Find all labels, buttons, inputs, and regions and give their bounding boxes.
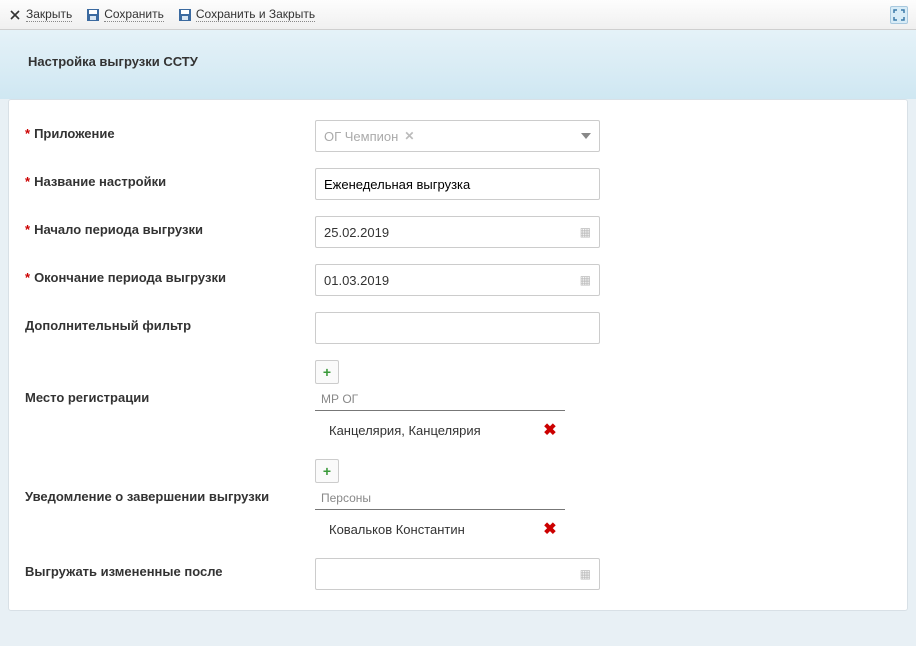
row-extra-filter: Дополнительный фильтр — [25, 312, 891, 344]
add-reg-place-button[interactable]: + — [315, 360, 339, 384]
row-notify: Уведомление о завершении выгрузки + Перс… — [25, 459, 891, 542]
reg-place-col-header: МР ОГ — [315, 388, 565, 411]
label-reg-place: Место регистрации — [25, 360, 315, 405]
close-icon — [8, 8, 22, 22]
add-notify-button[interactable]: + — [315, 459, 339, 483]
close-button[interactable]: Закрыть — [8, 7, 72, 22]
form-panel: *Приложение ОГ Чемпион ✕ *Название настр… — [8, 99, 908, 611]
notify-table: Персоны Ковальков Константин ✖ — [315, 487, 565, 542]
save-button[interactable]: Сохранить — [86, 7, 164, 22]
label-changed-after: Выгружать измененные после — [25, 558, 315, 579]
row-changed-after: Выгружать измененные после ▦ — [25, 558, 891, 590]
delete-icon: ✖ — [543, 519, 556, 539]
calendar-icon[interactable]: ▦ — [580, 567, 591, 581]
label-name: *Название настройки — [25, 168, 315, 189]
name-input[interactable] — [315, 168, 600, 200]
app-select[interactable]: ОГ Чемпион ✕ — [315, 120, 600, 152]
delete-reg-place-button[interactable]: ✖ — [541, 421, 559, 439]
label-app: *Приложение — [25, 120, 315, 141]
calendar-icon[interactable]: ▦ — [580, 225, 591, 239]
row-name: *Название настройки — [25, 168, 891, 200]
save-icon — [86, 8, 100, 22]
row-period-end: *Окончание периода выгрузки 01.03.2019 ▦ — [25, 264, 891, 296]
save-close-label: Сохранить и Закрыть — [196, 7, 315, 22]
period-start-value: 25.02.2019 — [324, 225, 389, 240]
delete-icon: ✖ — [543, 420, 556, 440]
expand-icon — [893, 9, 905, 21]
reg-place-table: МР ОГ Канцелярия, Канцелярия ✖ — [315, 388, 565, 443]
save-close-icon — [178, 8, 192, 22]
clear-icon[interactable]: ✕ — [404, 129, 414, 143]
period-end-input[interactable]: 01.03.2019 ▦ — [315, 264, 600, 296]
plus-icon: + — [323, 463, 331, 479]
label-extra-filter: Дополнительный фильтр — [25, 312, 315, 333]
notify-item: Ковальков Константин — [329, 522, 465, 537]
plus-icon: + — [323, 364, 331, 380]
app-select-value: ОГ Чемпион — [324, 129, 398, 144]
calendar-icon[interactable]: ▦ — [580, 273, 591, 287]
row-reg-place: Место регистрации + МР ОГ Канцелярия, Ка… — [25, 360, 891, 443]
toolbar: Закрыть Сохранить Сохранить и Закрыть — [0, 0, 916, 30]
expand-button[interactable] — [890, 6, 908, 24]
notify-row: Ковальков Константин ✖ — [315, 510, 565, 542]
reg-place-item: Канцелярия, Канцелярия — [329, 423, 481, 438]
label-notify: Уведомление о завершении выгрузки — [25, 459, 315, 504]
delete-notify-button[interactable]: ✖ — [541, 520, 559, 538]
notify-col-header: Персоны — [315, 487, 565, 510]
save-label: Сохранить — [104, 7, 164, 22]
period-start-input[interactable]: 25.02.2019 ▦ — [315, 216, 600, 248]
row-period-start: *Начало периода выгрузки 25.02.2019 ▦ — [25, 216, 891, 248]
row-app: *Приложение ОГ Чемпион ✕ — [25, 120, 891, 152]
label-period-start: *Начало периода выгрузки — [25, 216, 315, 237]
reg-place-row: Канцелярия, Канцелярия ✖ — [315, 411, 565, 443]
label-period-end: *Окончание периода выгрузки — [25, 264, 315, 285]
save-close-button[interactable]: Сохранить и Закрыть — [178, 7, 315, 22]
chevron-down-icon — [581, 133, 591, 139]
extra-filter-input[interactable] — [315, 312, 600, 344]
changed-after-input[interactable]: ▦ — [315, 558, 600, 590]
page-title: Настройка выгрузки ССТУ — [28, 54, 888, 69]
header-section: Настройка выгрузки ССТУ — [0, 30, 916, 99]
period-end-value: 01.03.2019 — [324, 273, 389, 288]
close-label: Закрыть — [26, 7, 72, 22]
